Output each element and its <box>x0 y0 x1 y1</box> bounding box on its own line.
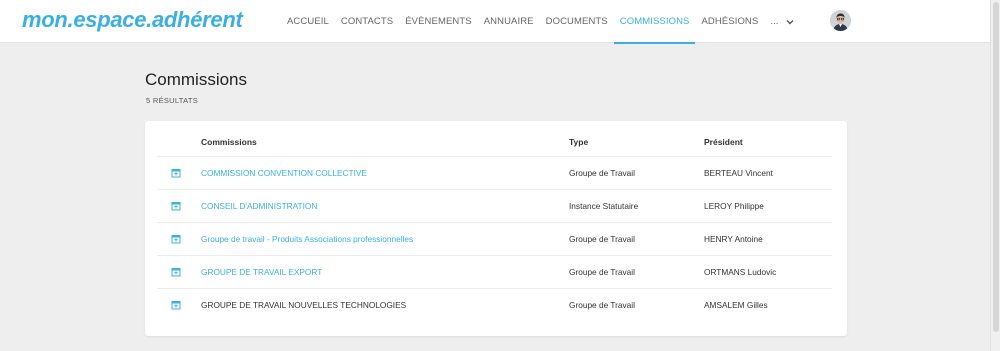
commission-president: ORTMANS Ludovic <box>704 267 777 277</box>
calendar-icon[interactable] <box>171 168 181 178</box>
commission-type: Instance Statutaire <box>569 201 639 211</box>
commissions-table-card: Commissions Type Président COMMISSION CO… <box>145 121 847 336</box>
table-row[interactable]: GROUPE DE TRAVAIL EXPORT Groupe de Trava… <box>157 255 832 288</box>
user-avatar[interactable] <box>830 10 851 31</box>
commission-name-link[interactable]: Groupe de travail - Produits Association… <box>201 223 413 256</box>
scrollbar-thumb[interactable] <box>993 2 999 332</box>
nav-more-label: ... <box>770 16 779 27</box>
table-row[interactable]: Groupe de travail - Produits Association… <box>157 222 832 255</box>
column-header-type: Type <box>569 137 589 147</box>
top-navbar: mon.espace.adhérent ACCUEIL CONTACTS ÉVÈ… <box>0 0 990 44</box>
nav-item-accueil[interactable]: ACCUEIL <box>281 0 335 43</box>
table-row[interactable]: CONSEIL D'ADMINISTRATION Instance Statut… <box>157 189 832 222</box>
nav-item-evenements[interactable]: ÉVÈNEMENTS <box>399 0 477 43</box>
commission-type: Groupe de Travail <box>569 267 635 277</box>
nav-item-annuaire[interactable]: ANNUAIRE <box>478 0 540 43</box>
commission-type: Groupe de Travail <box>569 234 635 244</box>
table-row[interactable]: COMMISSION CONVENTION COLLECTIVE Groupe … <box>157 156 832 189</box>
column-header-commissions: Commissions <box>201 137 257 147</box>
commission-type: Groupe de Travail <box>569 300 635 310</box>
commission-president: LEROY Philippe <box>704 201 764 211</box>
calendar-icon[interactable] <box>171 300 181 310</box>
chevron-down-icon <box>786 19 794 24</box>
commission-name-link[interactable]: COMMISSION CONVENTION COLLECTIVE <box>201 157 367 190</box>
commission-president: BERTEAU Vincent <box>704 168 773 178</box>
calendar-icon[interactable] <box>171 267 181 277</box>
commission-name-link[interactable]: CONSEIL D'ADMINISTRATION <box>201 190 317 223</box>
table-row[interactable]: GROUPE DE TRAVAIL NOUVELLES TECHNOLOGIES… <box>157 288 832 321</box>
nav-item-adhesions[interactable]: ADHÉSIONS <box>695 0 764 43</box>
commission-name-link[interactable]: GROUPE DE TRAVAIL NOUVELLES TECHNOLOGIES <box>201 289 406 322</box>
nav-item-contacts[interactable]: CONTACTS <box>335 0 399 43</box>
commission-name-link[interactable]: GROUPE DE TRAVAIL EXPORT <box>201 256 322 289</box>
results-count: 5 RÉSULTATS <box>146 96 199 105</box>
calendar-icon[interactable] <box>171 234 181 244</box>
app-logo[interactable]: mon.espace.adhérent <box>22 7 243 33</box>
calendar-icon[interactable] <box>171 201 181 211</box>
nav-item-commissions[interactable]: COMMISSIONS <box>613 0 696 44</box>
nav-more-menu[interactable]: ... <box>764 0 800 43</box>
commission-type: Groupe de Travail <box>569 168 635 178</box>
vertical-scrollbar[interactable] <box>990 0 1000 351</box>
commission-president: AMSALEM Gilles <box>704 300 768 310</box>
nav-item-documents[interactable]: DOCUMENTS <box>540 0 614 43</box>
avatar-icon <box>830 10 851 31</box>
page-title: Commissions <box>145 70 248 89</box>
column-header-president: Président <box>704 137 743 147</box>
commission-president: HENRY Antoine <box>704 234 763 244</box>
main-nav: ACCUEIL CONTACTS ÉVÈNEMENTS ANNUAIRE DOC… <box>281 0 801 44</box>
